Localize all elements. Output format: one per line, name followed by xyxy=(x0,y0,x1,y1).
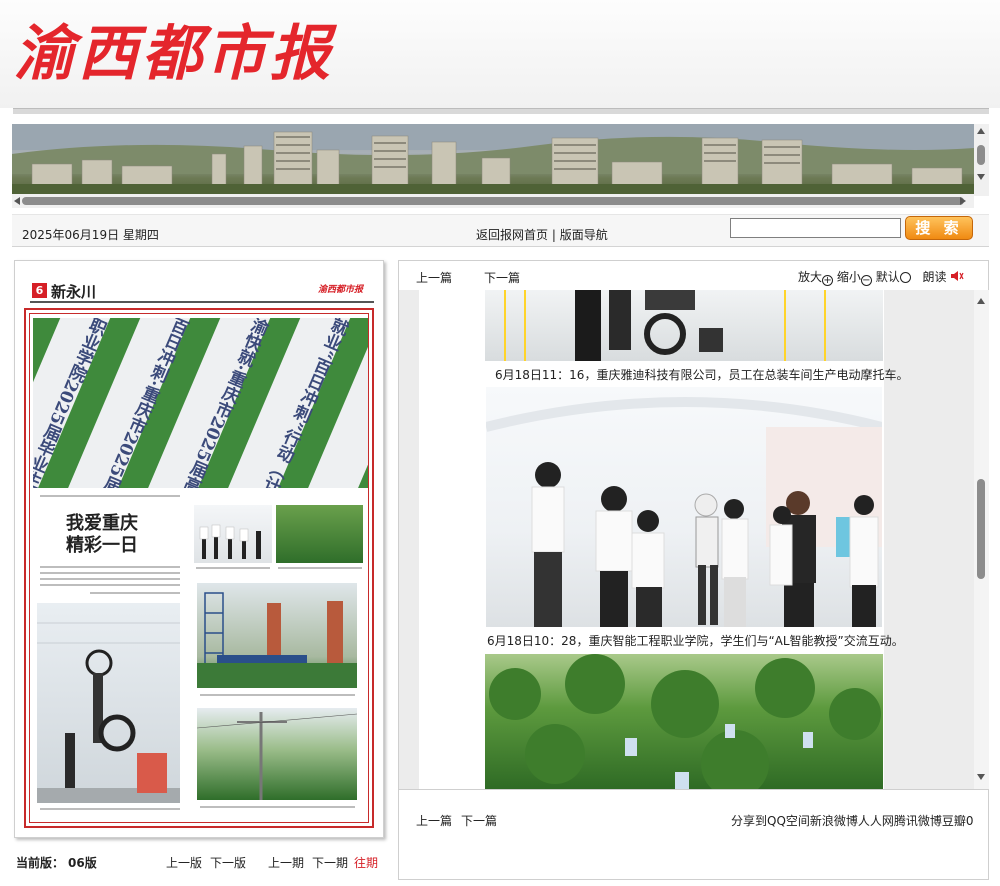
masthead-logo[interactable]: 渝西都市报 xyxy=(14,14,334,94)
current-page-value: 06版 xyxy=(68,856,97,870)
read-aloud-link[interactable]: 朗读 xyxy=(923,270,947,284)
prev-page-link[interactable]: 上一版 xyxy=(166,854,202,871)
zoom-in-link[interactable]: 放大 xyxy=(798,270,822,284)
next-issue-link[interactable]: 下一期 xyxy=(312,854,348,871)
banner-scroll-thumb[interactable] xyxy=(22,197,964,205)
text-line xyxy=(200,806,355,808)
issue-date: 2025年06月19日 星期四 xyxy=(22,228,159,242)
scroll-up-icon[interactable] xyxy=(977,128,985,134)
scroll-left-icon[interactable] xyxy=(14,197,20,205)
text-line xyxy=(40,495,180,497)
article-viewport[interactable]: 6月18日11：16，重庆雅迪科技有限公司，员工在总装车间生产电动摩托车。 6月… xyxy=(399,290,974,789)
page-number: 6 xyxy=(32,283,47,298)
search-button[interactable]: 搜 索 xyxy=(905,216,973,240)
archive-link[interactable]: 往期 xyxy=(354,854,378,871)
share-links[interactable]: 分享到QQ空间新浪微博人人网腾讯微博豆瓣0 xyxy=(731,812,974,829)
text-line xyxy=(40,584,180,586)
job-fair-photo[interactable]: 职业学院2025届毕业生就业双选会 百日冲刺·重庆市2025届高校毕业 渝快就·… xyxy=(33,318,368,488)
minus-circle-icon[interactable]: − xyxy=(860,275,872,286)
bottom-prev-article-link[interactable]: 上一篇 xyxy=(416,812,452,829)
thumb-construction[interactable] xyxy=(197,583,357,688)
speaker-icon[interactable] xyxy=(950,269,964,283)
thumb-factory[interactable] xyxy=(37,603,180,803)
text-line xyxy=(40,808,180,810)
circle-icon[interactable] xyxy=(899,272,911,283)
bottom-next-article-link[interactable]: 下一篇 xyxy=(461,812,497,829)
text-line xyxy=(40,578,180,580)
feature-title-line1: 我爱重庆 xyxy=(66,513,138,534)
prev-issue-link[interactable]: 上一期 xyxy=(268,854,304,871)
thumb-ai-robot[interactable] xyxy=(194,505,272,563)
search-input[interactable] xyxy=(730,218,901,238)
section-name: 新永川 xyxy=(51,283,97,301)
zoom-out-link[interactable]: 缩小 xyxy=(837,270,861,284)
text-line xyxy=(278,567,362,569)
text-line xyxy=(200,694,355,696)
text-line xyxy=(40,572,180,574)
next-page-link[interactable]: 下一版 xyxy=(210,854,246,871)
banner-vscroll-thumb[interactable] xyxy=(977,145,985,165)
feature-title: 我爱重庆 精彩一日 xyxy=(66,513,138,557)
article-scroll-up-icon[interactable] xyxy=(977,298,985,304)
page-masthead: 渝西都市报 xyxy=(318,285,364,295)
article-scroll-down-icon[interactable] xyxy=(977,774,985,780)
thumb-orchard[interactable] xyxy=(276,505,363,563)
scroll-down-icon[interactable] xyxy=(977,174,985,180)
nav-links: 返回报网首页 | 版面导航 xyxy=(476,226,608,243)
caption-2: 6月18日10：28，重庆智能工程职业学院，学生们与“AL智能教授”交流互动。 xyxy=(487,634,904,648)
photo-ai-robot[interactable] xyxy=(486,387,882,627)
header-divider xyxy=(13,108,989,114)
scroll-right-icon[interactable] xyxy=(960,197,966,205)
page-navigation: 当前版： 06版 上一版 下一版 上一期 下一期 往期 xyxy=(14,854,384,874)
reading-tools: 放大+ 缩小− 默认 朗读 xyxy=(798,268,964,286)
feature-title-line2: 精彩一日 xyxy=(66,535,138,556)
photo-orchard[interactable] xyxy=(485,654,883,789)
caption-1: 6月18日11：16，重庆雅迪科技有限公司，员工在总装车间生产电动摩托车。 xyxy=(495,368,909,382)
text-line xyxy=(40,566,180,568)
text-line xyxy=(90,592,180,594)
text-line xyxy=(196,567,270,569)
next-article-link[interactable]: 下一篇 xyxy=(484,269,520,286)
plus-circle-icon[interactable]: + xyxy=(822,275,834,286)
default-size-link[interactable]: 默认 xyxy=(876,270,900,284)
article-content: 6月18日11：16，重庆雅迪科技有限公司，员工在总装车间生产电动摩托车。 6月… xyxy=(419,290,908,789)
nav-separator: | xyxy=(551,228,556,242)
article-scroll-thumb[interactable] xyxy=(977,479,985,579)
photo-factory[interactable] xyxy=(485,290,883,361)
home-link[interactable]: 返回报网首页 xyxy=(476,228,548,242)
layout-nav-link[interactable]: 版面导航 xyxy=(560,228,608,242)
city-banner-image xyxy=(12,124,974,196)
thumb-powerline[interactable] xyxy=(197,708,357,800)
current-page-label: 当前版： xyxy=(16,856,65,870)
prev-article-link[interactable]: 上一篇 xyxy=(416,269,452,286)
article-bottom-divider xyxy=(399,789,989,790)
